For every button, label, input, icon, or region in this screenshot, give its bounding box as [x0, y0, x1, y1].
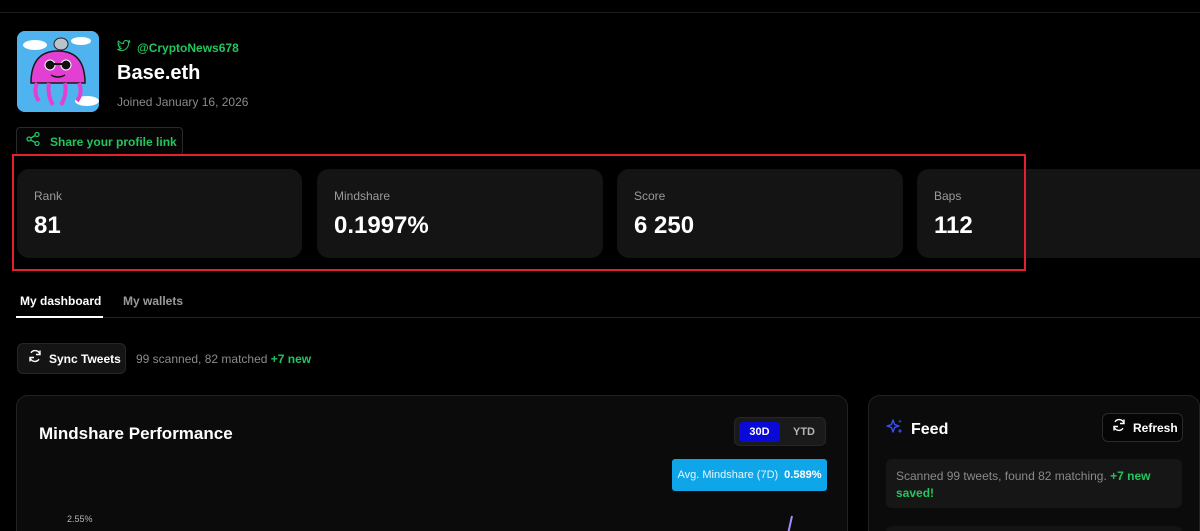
- range-30d-button[interactable]: 30D: [739, 422, 780, 442]
- twitter-icon: [117, 39, 131, 57]
- sync-status-text: 99 scanned, 82 matched: [136, 352, 268, 366]
- sync-icon: [28, 349, 42, 368]
- feed-item: [886, 526, 1182, 531]
- tab-my-dashboard[interactable]: My dashboard: [20, 294, 101, 308]
- top-divider: [0, 12, 1200, 13]
- range-toggle: 30D YTD: [734, 417, 826, 446]
- share-icon: [26, 131, 40, 151]
- feed-message-text: Scanned 99 tweets, found 82 matching.: [896, 469, 1107, 483]
- share-profile-button[interactable]: Share your profile link: [16, 127, 183, 156]
- avatar: [17, 31, 99, 112]
- mindshare-performance-panel: Mindshare Performance 30D YTD Avg. Minds…: [16, 395, 848, 531]
- joined-date: Joined January 16, 2026: [117, 95, 249, 109]
- sparkles-icon: [886, 418, 904, 441]
- sync-tweets-label: Sync Tweets: [49, 351, 121, 366]
- refresh-icon: [1112, 418, 1126, 437]
- mindshare-chart-line: [787, 515, 793, 531]
- feed-title: Feed: [911, 420, 949, 438]
- avg-mindshare-label: Avg. Mindshare (7D): [677, 469, 779, 481]
- tab-my-wallets[interactable]: My wallets: [123, 294, 183, 308]
- sync-new-count: +7 new: [270, 352, 312, 366]
- profile-name: Base.eth: [117, 62, 201, 84]
- sync-status: 99 scanned, 82 matched +7 new: [136, 352, 311, 366]
- sync-tweets-button[interactable]: Sync Tweets: [17, 343, 126, 374]
- avg-mindshare-value: 0.589%: [784, 469, 822, 481]
- range-ytd-button[interactable]: YTD: [785, 422, 823, 442]
- refresh-label: Refresh: [1133, 420, 1178, 435]
- dashboard-tabs: My dashboard My wallets: [16, 286, 1200, 318]
- refresh-button[interactable]: Refresh: [1102, 413, 1183, 442]
- stats-highlight-box: [12, 154, 1026, 271]
- feed-header: Feed: [886, 418, 948, 441]
- feed-message: Scanned 99 tweets, found 82 matching. +7…: [886, 459, 1182, 508]
- feed-panel: Feed Refresh Scanned 99 tweets, found 82…: [868, 395, 1200, 531]
- active-tab-indicator: [16, 316, 103, 318]
- share-profile-label: Share your profile link: [50, 134, 177, 149]
- twitter-handle-row[interactable]: @CryptoNews678: [117, 39, 239, 57]
- y-axis-tick: 2.55%: [67, 514, 93, 524]
- twitter-handle[interactable]: @CryptoNews678: [137, 41, 239, 55]
- mindshare-panel-title: Mindshare Performance: [39, 424, 233, 443]
- avg-mindshare-badge: Avg. Mindshare (7D) 0.589%: [672, 459, 827, 491]
